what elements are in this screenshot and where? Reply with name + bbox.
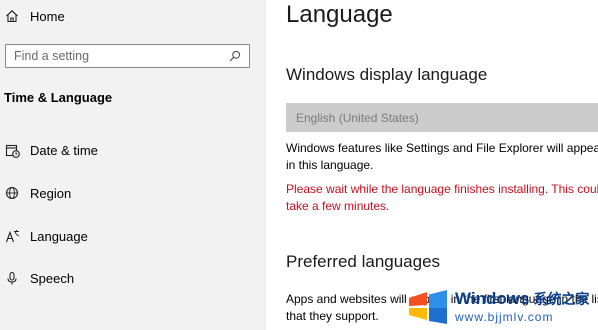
sidebar-item-date-time[interactable]: Date & time	[4, 140, 98, 160]
sidebar-item-language[interactable]: Language	[4, 226, 88, 246]
calendar-clock-icon	[4, 142, 20, 158]
search-box[interactable]	[5, 44, 250, 68]
sidebar: Home Time & Language Date & time Region …	[0, 0, 266, 330]
home-label: Home	[30, 8, 65, 24]
windows-logo-icon	[409, 290, 447, 324]
home-nav-item[interactable]: Home	[4, 6, 65, 26]
preferred-languages-heading: Preferred languages	[286, 252, 441, 271]
home-icon	[4, 8, 20, 24]
main-content: Language Windows display language Englis…	[266, 0, 598, 330]
watermark-brand: Windows	[455, 288, 530, 308]
globe-icon	[4, 185, 20, 201]
watermark-chinese: 系统之家	[533, 291, 590, 308]
watermark: Windows 系统之家 www.bjjmlv.com	[407, 282, 598, 330]
microphone-icon	[4, 270, 20, 286]
watermark-url: www.bjjmlv.com	[455, 309, 554, 324]
page-title: Language	[286, 1, 393, 28]
display-language-heading: Windows display language	[286, 65, 488, 84]
install-warning: Please wait while the language finishes …	[286, 182, 598, 213]
sidebar-item-label: Region	[30, 185, 72, 201]
features-description: Windows features like Settings and File …	[286, 141, 598, 172]
search-input[interactable]	[14, 49, 214, 63]
display-language-dropdown[interactable]: English (United States)	[286, 103, 598, 132]
search-icon[interactable]	[229, 50, 241, 62]
sidebar-item-label: Speech	[30, 270, 75, 286]
sidebar-item-region[interactable]: Region	[4, 183, 71, 203]
sidebar-item-speech[interactable]: Speech	[4, 268, 74, 288]
sidebar-item-label: Language	[30, 228, 88, 244]
section-title: Time & Language	[4, 90, 113, 105]
language-icon	[4, 228, 20, 244]
sidebar-item-label: Date & time	[30, 142, 98, 158]
display-language-value: English (United States)	[296, 110, 419, 125]
